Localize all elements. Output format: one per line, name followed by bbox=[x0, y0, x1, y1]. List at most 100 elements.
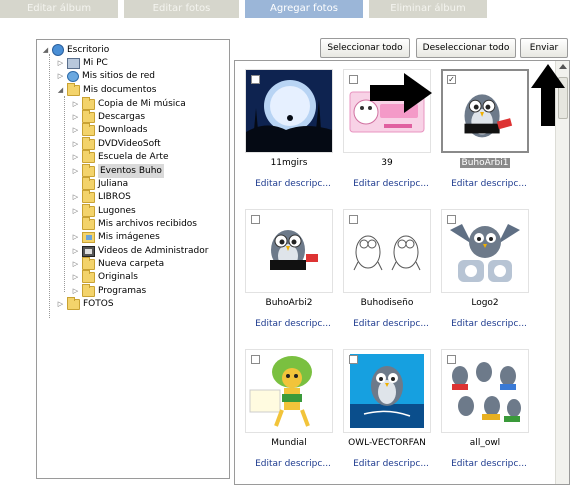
computer-icon bbox=[67, 57, 80, 69]
folder-icon bbox=[82, 176, 95, 190]
folder-icon bbox=[82, 96, 95, 110]
tree-item-label: Descargas bbox=[98, 112, 146, 122]
photo-name: 39 bbox=[381, 158, 393, 168]
folder-icon bbox=[82, 122, 95, 136]
tree-item-label: LIBROS bbox=[98, 192, 131, 202]
photo-checkbox[interactable] bbox=[251, 215, 260, 224]
tree-item-label: Mis documentos bbox=[83, 85, 157, 95]
folder-icon bbox=[82, 163, 95, 177]
expand-icon[interactable]: ▷ bbox=[71, 140, 80, 149]
edit-description-link[interactable]: Editar descripc... bbox=[245, 459, 341, 469]
tree-item-fotos[interactable]: ▷ FOTOS bbox=[56, 296, 114, 311]
network-icon bbox=[67, 70, 79, 82]
folder-icon bbox=[82, 109, 95, 123]
add-photos-page: Editar álbum Editar fotos Agregar fotos … bbox=[0, 0, 574, 485]
tab-edit-photos[interactable]: Editar fotos bbox=[124, 0, 239, 18]
expand-icon[interactable]: ▷ bbox=[71, 113, 80, 122]
photo-name: Logo2 bbox=[471, 298, 499, 308]
tree-item-folder[interactable]: ▷ Escuela de Arte bbox=[71, 149, 168, 164]
expand-icon[interactable]: ▷ bbox=[71, 167, 80, 176]
photo-gallery[interactable]: 11mgirs Editar descripc... 39 Editar des… bbox=[234, 60, 570, 485]
tree-item-label: Downloads bbox=[98, 125, 148, 135]
photo-checkbox[interactable] bbox=[251, 355, 260, 364]
tree-item-label: Juliana bbox=[98, 179, 129, 189]
expand-icon[interactable]: ▷ bbox=[56, 300, 65, 309]
tab-edit-album[interactable]: Editar álbum bbox=[0, 0, 118, 18]
photo-name: 11mgirs bbox=[270, 158, 308, 168]
edit-description-link[interactable]: Editar descripc... bbox=[441, 179, 537, 189]
expand-icon[interactable]: ▷ bbox=[71, 260, 80, 269]
photo-checkbox[interactable] bbox=[349, 355, 358, 364]
edit-description-link[interactable]: Editar descripc... bbox=[343, 459, 439, 469]
video-folder-icon bbox=[82, 245, 95, 257]
expand-icon[interactable]: ▷ bbox=[56, 59, 65, 68]
tree-item-label: Mis sitios de red bbox=[82, 71, 155, 81]
edit-description-link[interactable]: Editar descripc... bbox=[441, 459, 537, 469]
tab-add-photos[interactable]: Agregar fotos bbox=[245, 0, 363, 18]
expand-icon[interactable]: ▷ bbox=[71, 153, 80, 162]
send-button[interactable]: Enviar bbox=[520, 38, 568, 58]
photo-checkbox[interactable] bbox=[251, 75, 260, 84]
select-all-button[interactable]: Seleccionar todo bbox=[320, 38, 410, 58]
folder-icon bbox=[82, 216, 95, 230]
photo-checkbox[interactable] bbox=[447, 215, 456, 224]
photo-name: all_owl bbox=[469, 438, 501, 448]
expand-icon[interactable]: ▷ bbox=[71, 100, 80, 109]
photo-checkbox[interactable] bbox=[349, 75, 358, 84]
tree-item-folder[interactable]: ▷ Lugones bbox=[71, 203, 136, 218]
tree-item-label: FOTOS bbox=[83, 299, 114, 309]
expand-icon[interactable]: ▷ bbox=[71, 207, 80, 216]
tree-item-label: Programas bbox=[98, 286, 147, 296]
tree-item-label: DVDVideoSoft bbox=[98, 139, 161, 149]
edit-description-link[interactable]: Editar descripc... bbox=[245, 319, 341, 329]
expand-icon[interactable]: ▷ bbox=[71, 287, 80, 296]
folder-tree[interactable]: ◢ Escritorio ▷ Mi PC ▷ Mis sitios de red… bbox=[36, 39, 230, 479]
tree-item-label: Eventos Buho bbox=[98, 164, 164, 178]
tree-item-folder[interactable]: ▷ Mis imágenes bbox=[71, 230, 160, 244]
photo-name: Buhodiseño bbox=[360, 298, 414, 308]
folder-icon bbox=[82, 256, 95, 270]
tree-item-label: Originals bbox=[98, 272, 138, 282]
tree-item-folder[interactable]: ▷ Programas bbox=[71, 283, 147, 298]
tree-item-network[interactable]: ▷ Mis sitios de red bbox=[56, 69, 155, 83]
tree-item-label: Lugones bbox=[98, 206, 136, 216]
folder-icon bbox=[67, 82, 80, 96]
expand-icon[interactable]: ▷ bbox=[71, 233, 80, 242]
edit-description-link[interactable]: Editar descripc... bbox=[441, 319, 537, 329]
expand-icon[interactable]: ▷ bbox=[71, 247, 80, 256]
expand-icon[interactable]: ▷ bbox=[71, 193, 80, 202]
collapse-icon[interactable]: ◢ bbox=[41, 46, 50, 55]
tree-item-folder[interactable]: ▷ Downloads bbox=[71, 122, 148, 137]
photo-checkbox[interactable] bbox=[349, 215, 358, 224]
tree-item-label: Mis imágenes bbox=[98, 232, 160, 242]
edit-description-link[interactable]: Editar descripc... bbox=[245, 179, 341, 189]
pictures-folder-icon bbox=[82, 231, 95, 243]
photo-checkbox[interactable]: ✓ bbox=[447, 75, 456, 84]
folder-icon bbox=[82, 189, 95, 203]
folder-icon bbox=[82, 269, 95, 283]
expand-icon[interactable]: ▷ bbox=[56, 72, 65, 81]
tree-item-folder[interactable]: ▷ LIBROS bbox=[71, 189, 131, 204]
photo-name: BuhoArbi2 bbox=[265, 298, 313, 308]
edit-description-link[interactable]: Editar descripc... bbox=[343, 179, 439, 189]
tree-item-label: Videos de Administrador bbox=[98, 246, 209, 256]
tree-item-folder[interactable]: ▷ Videos de Administrador bbox=[71, 244, 208, 258]
expand-icon[interactable]: ▷ bbox=[71, 126, 80, 135]
tree-item-folder[interactable]: Mis archivos recibidos bbox=[82, 216, 197, 231]
tree-item-documents[interactable]: ◢ Mis documentos bbox=[56, 82, 157, 97]
tab-delete-album[interactable]: Eliminar álbum bbox=[369, 0, 487, 18]
collapse-icon[interactable]: ◢ bbox=[56, 86, 65, 95]
tree-item-my-pc[interactable]: ▷ Mi PC bbox=[56, 56, 108, 70]
tree-item-label: Mi PC bbox=[83, 58, 108, 68]
tree-item-label: Mis archivos recibidos bbox=[98, 219, 197, 229]
edit-description-link[interactable]: Editar descripc... bbox=[343, 319, 439, 329]
right-arrow-icon bbox=[370, 73, 432, 113]
expand-icon[interactable]: ▷ bbox=[71, 273, 80, 282]
photo-name: BuhoArbi1 bbox=[459, 158, 511, 168]
tree-item-desktop[interactable]: ◢ Escritorio bbox=[41, 43, 109, 57]
folder-icon bbox=[82, 203, 95, 217]
tree-item-folder[interactable]: ▷ Originals bbox=[71, 269, 138, 284]
deselect-all-button[interactable]: Deseleccionar todo bbox=[416, 38, 516, 58]
photo-checkbox[interactable] bbox=[447, 355, 456, 364]
desktop-icon bbox=[52, 44, 64, 56]
